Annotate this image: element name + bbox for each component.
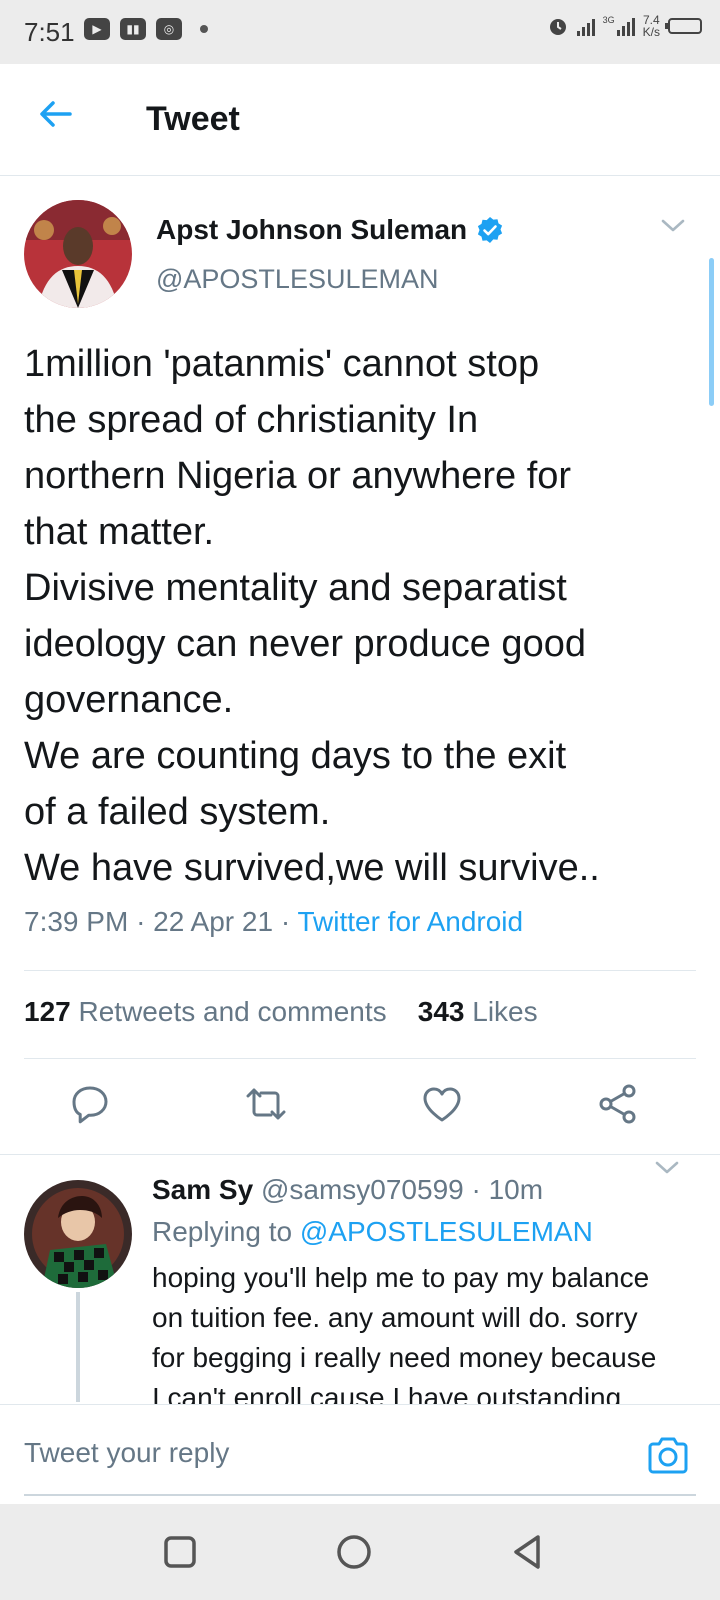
tweet-source-link[interactable]: Twitter for Android bbox=[297, 906, 523, 937]
tweet-options-chevron-icon[interactable] bbox=[660, 218, 686, 234]
mobile-data-icon: 3G bbox=[603, 16, 635, 36]
likes-stat[interactable]: 343 Likes bbox=[418, 996, 538, 1027]
likes-count: 343 bbox=[417, 996, 465, 1027]
reply-author-handle[interactable]: @samsy070599 bbox=[261, 1174, 464, 1205]
tweet-text-line: ideology can never produce good bbox=[24, 623, 586, 665]
scroll-indicator[interactable] bbox=[709, 258, 714, 406]
meta-separator: · bbox=[280, 906, 298, 937]
replying-to-handle-link[interactable]: @APOSTLESULEMAN bbox=[300, 1216, 593, 1247]
reply-text-line: for begging i really need money because bbox=[152, 1342, 657, 1373]
tweet-text-line: We are counting days to the exit bbox=[24, 735, 567, 777]
reply-body: hoping you'll help me to pay my balance … bbox=[152, 1258, 692, 1418]
divider bbox=[0, 1154, 720, 1155]
tweet-action-bar bbox=[0, 1062, 720, 1152]
app-notification-icon: ▮▮ bbox=[120, 18, 146, 40]
tweet-text-line: Divisive mentality and separatist bbox=[24, 567, 567, 609]
status-time: 7:51 bbox=[24, 17, 75, 47]
meta-separator: · bbox=[471, 1174, 489, 1205]
retweets-stat[interactable]: 127 Retweets and comments bbox=[24, 996, 387, 1027]
tweet-body: 1million 'patanmis' cannot stop the spre… bbox=[24, 336, 700, 896]
system-navigation-bar bbox=[0, 1504, 720, 1600]
youtube-notification-icon: ▶ bbox=[84, 18, 110, 40]
retweets-label: Retweets and comments bbox=[78, 996, 387, 1027]
reply-compose-bar[interactable]: Tweet your reply bbox=[0, 1404, 720, 1504]
author-avatar[interactable] bbox=[24, 200, 132, 308]
tweet-text-line: northern Nigeria or anywhere for bbox=[24, 455, 572, 497]
tweet-time: 7:39 PM bbox=[24, 906, 129, 937]
tweet-text-line: 1million 'patanmis' cannot stop bbox=[24, 343, 540, 385]
author-handle[interactable]: @APOSTLESULEMAN bbox=[156, 264, 439, 295]
tweet-timestamp-row: 7:39 PM · 22 Apr 21 · Twitter for Androi… bbox=[24, 906, 523, 938]
game-notification-icon: ◎ bbox=[156, 18, 182, 40]
divider bbox=[24, 970, 696, 971]
camera-icon[interactable] bbox=[646, 1435, 690, 1475]
retweets-count: 127 bbox=[24, 996, 71, 1027]
network-type-label: 3G bbox=[602, 15, 615, 25]
top-app-bar: Tweet bbox=[0, 64, 720, 176]
retweet-icon[interactable] bbox=[244, 1082, 288, 1126]
battery-icon bbox=[665, 18, 702, 34]
replying-to-label: Replying to bbox=[152, 1216, 293, 1247]
tweet-text-line: governance. bbox=[24, 679, 234, 721]
reply-text-line: on tuition fee. any amount will do. sorr… bbox=[152, 1302, 638, 1333]
notification-icons: ▶ ▮▮ ◎ bbox=[84, 18, 208, 40]
reply-input[interactable]: Tweet your reply bbox=[24, 1437, 229, 1469]
page-title: Tweet bbox=[146, 100, 240, 138]
replying-to: Replying to @APOSTLESULEMAN bbox=[152, 1216, 593, 1248]
status-bar: 7:51 ▶ ▮▮ ◎ 3G 7.4 K/s bbox=[0, 0, 720, 64]
net-speed-unit: K/s bbox=[642, 25, 660, 39]
reply-text-line: hoping you'll help me to pay my balance bbox=[152, 1262, 650, 1293]
reply-time: 10m bbox=[488, 1174, 544, 1205]
like-heart-icon[interactable] bbox=[420, 1082, 464, 1126]
reply-author-avatar[interactable] bbox=[24, 1180, 132, 1288]
verified-badge-icon bbox=[477, 217, 503, 243]
author-name[interactable]: Apst Johnson Suleman bbox=[156, 214, 467, 246]
tweet-text-line: that matter. bbox=[24, 511, 215, 553]
compose-underline bbox=[24, 1494, 696, 1496]
system-icons: 3G 7.4 K/s bbox=[547, 14, 702, 38]
share-icon[interactable] bbox=[596, 1082, 640, 1126]
alarm-icon bbox=[549, 19, 566, 35]
back-arrow-icon[interactable] bbox=[36, 94, 76, 134]
back-triangle-icon[interactable] bbox=[508, 1532, 548, 1572]
tweet-date: 22 Apr 21 bbox=[153, 906, 274, 937]
reply-options-chevron-icon[interactable] bbox=[654, 1160, 680, 1176]
tweet-text-line: of a failed system. bbox=[24, 791, 331, 833]
meta-separator: · bbox=[136, 906, 154, 937]
home-circle-icon[interactable] bbox=[334, 1532, 374, 1572]
tweet-text-line: We have survived,we will survive.. bbox=[24, 847, 600, 889]
recent-apps-square-icon[interactable] bbox=[160, 1532, 200, 1572]
more-notifications-icon bbox=[200, 25, 208, 33]
reply-header: Sam Sy @samsy070599 · 10m bbox=[152, 1174, 543, 1206]
net-speed: 7.4 K/s bbox=[643, 14, 660, 38]
likes-label: Likes bbox=[472, 996, 538, 1027]
reply-author-name[interactable]: Sam Sy bbox=[152, 1174, 253, 1205]
divider bbox=[24, 1058, 696, 1059]
thread-line bbox=[76, 1292, 80, 1402]
signal-strength-icon bbox=[576, 16, 595, 36]
tweet-stats: 127 Retweets and comments 343 Likes bbox=[24, 996, 538, 1028]
reply-icon[interactable] bbox=[68, 1082, 112, 1126]
tweet-text-line: the spread of christianity In bbox=[24, 399, 479, 441]
